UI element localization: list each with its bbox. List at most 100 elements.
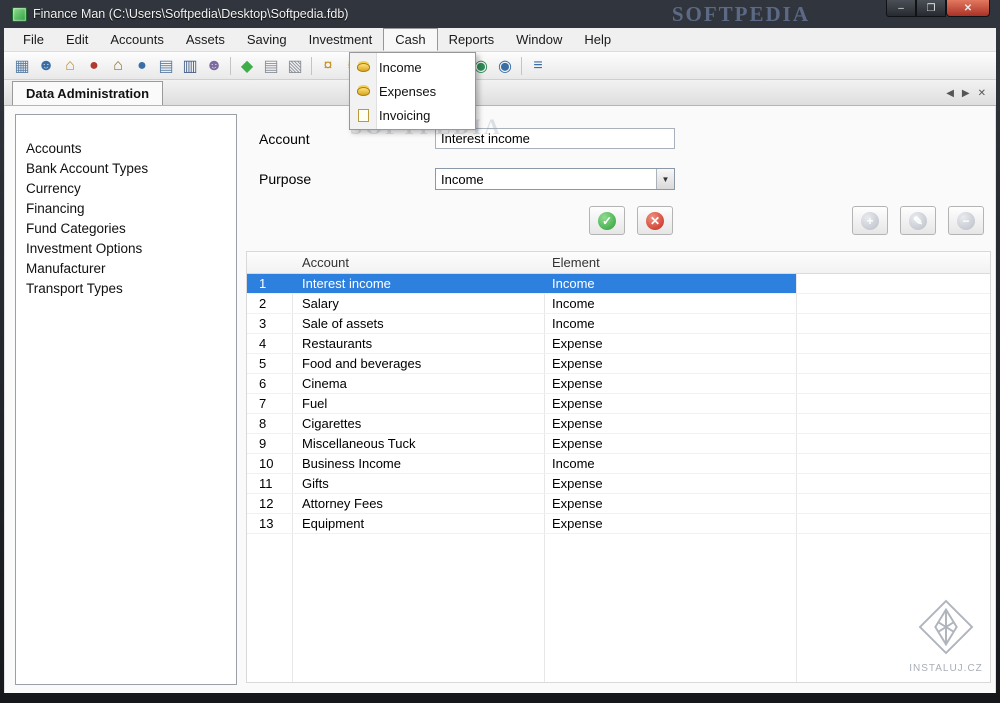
tab-close-icon[interactable]: ✕	[978, 88, 986, 99]
table-row[interactable]: 10Business IncomeIncome	[247, 454, 990, 474]
titlebar: Finance Man (C:\Users\Softpedia\Desktop\…	[4, 0, 996, 28]
coins-icon	[357, 63, 370, 72]
cash-menu-item-invoicing[interactable]: Invoicing	[350, 103, 475, 127]
instaluj-label: INSTALUJ.CZ	[898, 663, 994, 674]
main-panel: Account Purpose Income ▼ ✓ ✕ + ✎ −	[245, 106, 991, 693]
titlebar-watermark: SOFTPEDIA	[672, 2, 810, 27]
table-row[interactable]: 2SalaryIncome	[247, 294, 990, 314]
cancel-button[interactable]: ✕	[637, 206, 673, 235]
purpose-selected-value: Income	[436, 169, 656, 189]
accounts-table: Account Element 1Interest incomeIncome2S…	[246, 251, 991, 683]
tab-data-administration[interactable]: Data Administration	[12, 81, 163, 105]
sidebar-item-investment-options[interactable]: Investment Options	[16, 239, 236, 259]
contact-icon[interactable]: ☻	[202, 55, 226, 77]
menu-item-file[interactable]: File	[12, 28, 55, 51]
cash-menu-item-income[interactable]: Income	[350, 55, 475, 79]
monitor-icon[interactable]: ▥	[178, 55, 202, 77]
purpose-select[interactable]: Income ▼	[435, 168, 675, 190]
cell-element: Income	[544, 314, 796, 333]
cell-account: Fuel	[292, 394, 544, 413]
tab-next-icon[interactable]: ▶	[962, 88, 970, 99]
header-index	[247, 252, 292, 273]
coins-icon	[357, 87, 370, 96]
cell-account: Restaurants	[292, 334, 544, 353]
add-button[interactable]: +	[852, 206, 888, 235]
cell-account: Gifts	[292, 474, 544, 493]
menu-item-window[interactable]: Window	[505, 28, 573, 51]
estate-icon[interactable]: ⌂	[106, 55, 130, 77]
menu-item-saving[interactable]: Saving	[236, 28, 298, 51]
sidebar-item-bank-account-types[interactable]: Bank Account Types	[16, 159, 236, 179]
sidebar-list: AccountsBank Account TypesCurrencyFinanc…	[15, 114, 237, 685]
sidebar-item-transport-types[interactable]: Transport Types	[16, 279, 236, 299]
gem-icon[interactable]: ◆	[235, 55, 259, 77]
menu-item-cash[interactable]: Cash	[383, 28, 437, 51]
table-row[interactable]: 4RestaurantsExpense	[247, 334, 990, 354]
table-row[interactable]: 6CinemaExpense	[247, 374, 990, 394]
app-icon	[12, 7, 27, 22]
pencil-icon: ✎	[909, 212, 927, 230]
list-icon[interactable]: ≡	[526, 55, 550, 77]
table-row[interactable]: 8CigarettesExpense	[247, 414, 990, 434]
menu-item-investment[interactable]: Investment	[298, 28, 384, 51]
cell-account: Attorney Fees	[292, 494, 544, 513]
cash-menu-item-expenses[interactable]: Expenses	[350, 79, 475, 103]
cell-account: Equipment	[292, 514, 544, 533]
card-icon[interactable]: ▤	[154, 55, 178, 77]
table-row[interactable]: 11GiftsExpense	[247, 474, 990, 494]
report-icon[interactable]: ▧	[283, 55, 307, 77]
menu-item-label: Income	[379, 60, 422, 75]
menu-item-help[interactable]: Help	[573, 28, 622, 51]
cell-index: 2	[247, 294, 292, 313]
table-row[interactable]: 1Interest incomeIncome	[247, 274, 990, 294]
table-row[interactable]: 9Miscellaneous TuckExpense	[247, 434, 990, 454]
table-header: Account Element	[247, 252, 990, 274]
cell-account: Sale of assets	[292, 314, 544, 333]
content-area: SOFTPEDIA AccountsBank Account TypesCurr…	[4, 106, 996, 693]
app-window: Finance Man (C:\Users\Softpedia\Desktop\…	[0, 0, 1000, 703]
cash-menu: Income ExpensesInvoicing	[349, 52, 476, 130]
menu-item-edit[interactable]: Edit	[55, 28, 99, 51]
confirm-button[interactable]: ✓	[589, 206, 625, 235]
close-button[interactable]: ✕	[946, 0, 990, 17]
header-element: Element	[544, 252, 796, 273]
x-icon: ✕	[646, 212, 664, 230]
sidebar-item-fund-categories[interactable]: Fund Categories	[16, 219, 236, 239]
cell-element: Expense	[544, 474, 796, 493]
menu-item-assets[interactable]: Assets	[175, 28, 236, 51]
table-row[interactable]: 13EquipmentExpense	[247, 514, 990, 534]
menu-item-reports[interactable]: Reports	[438, 28, 506, 51]
minimize-button[interactable]: –	[886, 0, 916, 17]
instaluj-logo-icon	[915, 596, 977, 658]
chevron-down-icon[interactable]: ▼	[656, 169, 674, 189]
cell-index: 10	[247, 454, 292, 473]
cell-account: Business Income	[292, 454, 544, 473]
sidebar-item-currency[interactable]: Currency	[16, 179, 236, 199]
accounts-icon[interactable]: ▦	[10, 55, 34, 77]
table-row[interactable]: 12Attorney FeesExpense	[247, 494, 990, 514]
cell-element: Expense	[544, 514, 796, 533]
cell-element: Income	[544, 454, 796, 473]
cell-index: 8	[247, 414, 292, 433]
menu-item-accounts[interactable]: Accounts	[99, 28, 174, 51]
remove-button[interactable]: −	[948, 206, 984, 235]
sidebar-item-financing[interactable]: Financing	[16, 199, 236, 219]
sidebar-item-manufacturer[interactable]: Manufacturer	[16, 259, 236, 279]
vehicle-icon[interactable]: ●	[130, 55, 154, 77]
user-icon[interactable]: ☻	[34, 55, 58, 77]
car-icon[interactable]: ●	[82, 55, 106, 77]
printer-icon[interactable]: ▤	[259, 55, 283, 77]
table-row[interactable]: 5Food and beveragesExpense	[247, 354, 990, 374]
sidebar-item-accounts[interactable]: Accounts	[16, 139, 236, 159]
tab-prev-icon[interactable]: ◀	[946, 88, 954, 99]
table-row[interactable]: 7FuelExpense	[247, 394, 990, 414]
cell-index: 12	[247, 494, 292, 513]
web-icon[interactable]: ◉	[493, 55, 517, 77]
table-row[interactable]: 3Sale of assetsIncome	[247, 314, 990, 334]
edit-button[interactable]: ✎	[900, 206, 936, 235]
menubar: FileEditAccountsAssetsSavingInvestmentCa…	[4, 28, 996, 52]
income-icon[interactable]: ¤	[316, 55, 340, 77]
cell-index: 13	[247, 514, 292, 533]
maximize-button[interactable]: ❐	[916, 0, 946, 17]
home-icon[interactable]: ⌂	[58, 55, 82, 77]
